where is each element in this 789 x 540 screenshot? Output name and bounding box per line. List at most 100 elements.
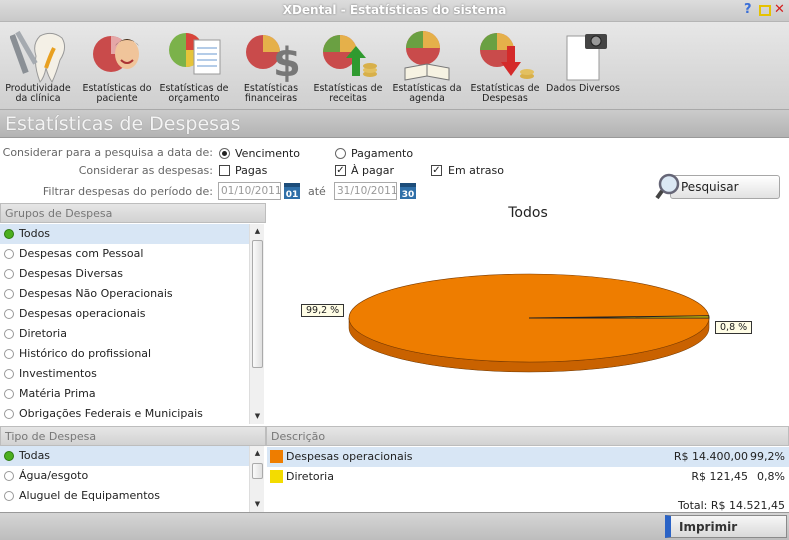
vencimento-label: Vencimento: [235, 147, 301, 160]
scroll-up-icon[interactable]: ▲: [250, 224, 265, 239]
a-pagar-checkbox[interactable]: ✓: [335, 165, 346, 176]
legend-swatch: [270, 450, 283, 463]
radio-on-icon: [4, 451, 14, 461]
dados-diversos-button[interactable]: Dados Diversos: [545, 22, 621, 110]
pie-label-small: 0,8 %: [715, 321, 753, 334]
list-item[interactable]: Obrigações Federais e Municipais: [0, 404, 249, 424]
vencimento-radio[interactable]: [219, 148, 230, 159]
imprimir-button[interactable]: Imprimir: [665, 515, 787, 538]
pesquisar-label: Pesquisar: [681, 180, 739, 194]
date-to-input[interactable]: 31/10/2011: [334, 182, 398, 200]
list-item[interactable]: Despesas com Pessoal: [0, 244, 249, 264]
pie-label-big: 99,2 %: [301, 304, 345, 317]
legend-swatch: [270, 470, 283, 483]
list-item[interactable]: Despesas Diversas: [0, 264, 249, 284]
data-filter-label: Considerar para a pesquisa a data de:: [2, 146, 213, 159]
radio-off-icon: [4, 369, 14, 379]
scroll-thumb[interactable]: [252, 240, 263, 368]
pie-chart-document-icon: [169, 33, 221, 75]
maximize-button[interactable]: [759, 5, 771, 16]
list-item[interactable]: Todos: [0, 224, 249, 244]
imprimir-label: Imprimir: [679, 520, 738, 534]
pie-chart-dollar-icon: $: [246, 35, 301, 84]
estatisticas-receitas-button[interactable]: Estatísticas de receitas: [310, 22, 386, 110]
pesquisar-button[interactable]: Pesquisar: [655, 173, 780, 200]
pagas-checkbox[interactable]: [219, 165, 230, 176]
help-button[interactable]: ?: [744, 3, 756, 16]
list-item[interactable]: Água/esgoto: [0, 466, 249, 486]
pagamento-label: Pagamento: [351, 147, 414, 160]
descricao-header: Descrição: [266, 426, 789, 446]
list-item[interactable]: Investimentos: [0, 364, 249, 384]
list-item[interactable]: Histórico do profissional: [0, 344, 249, 364]
a-pagar-label: À pagar: [351, 164, 394, 177]
radio-off-icon: [4, 491, 14, 501]
radio-off-icon: [4, 249, 14, 259]
radio-off-icon: [4, 269, 14, 279]
toolbar-label: Estatísticas da agenda: [392, 83, 462, 104]
total-label: Total: R$ 14.521,45: [677, 499, 785, 512]
radio-off-icon: [4, 409, 14, 419]
legend-name: Despesas operacionais: [286, 450, 413, 463]
svg-text:$: $: [273, 40, 301, 84]
scroll-thumb[interactable]: [252, 463, 263, 479]
pie-chart-arrow-up-icon: [323, 35, 377, 77]
despesas-filter-label: Considerar as despesas:: [78, 164, 213, 177]
toolbar-label: Estatísticas financeiras: [243, 83, 299, 104]
section-header: Estatísticas de Despesas: [0, 110, 789, 138]
title-bar: XDental - Estatísticas do sistema ? ✕: [0, 0, 789, 22]
em-atraso-checkbox[interactable]: ✓: [431, 165, 442, 176]
radio-off-icon: [4, 349, 14, 359]
list-item[interactable]: Despesas operacionais: [0, 304, 249, 324]
date-from-input[interactable]: 01/10/2011: [218, 182, 282, 200]
periodo-filter-label: Filtrar despesas do período de:: [42, 185, 213, 198]
tipos-header: Tipo de Despesa: [0, 426, 266, 446]
list-item[interactable]: Despesas Não Operacionais: [0, 284, 249, 304]
document-camera-icon: [566, 34, 607, 81]
scroll-up-icon[interactable]: ▲: [250, 446, 265, 461]
ate-label: até: [308, 185, 326, 198]
toolbar-label: Produtividade da clínica: [5, 83, 71, 104]
estatisticas-agenda-button[interactable]: Estatísticas da agenda: [389, 22, 465, 110]
legend-name: Diretoria: [286, 470, 334, 483]
tipos-list: Todas Água/esgoto Aluguel de Equipamento…: [0, 446, 249, 512]
tooth-dental-tools-icon: [10, 30, 66, 83]
em-atraso-label: Em atraso: [448, 164, 504, 177]
toolbar-label: Estatísticas de receitas: [313, 83, 383, 104]
toolbar-label: Estatísticas de orçamento: [159, 83, 229, 104]
grupos-scrollbar[interactable]: ▲ ▼: [249, 224, 264, 424]
tipos-scrollbar[interactable]: ▲ ▼: [249, 446, 264, 512]
estatisticas-despesas-button[interactable]: Estatísticas de Despesas: [467, 22, 543, 110]
pagas-label: Pagas: [235, 164, 268, 177]
estatisticas-paciente-button[interactable]: Estatísticas do paciente: [79, 22, 155, 110]
legend-pct: 0,8%: [757, 470, 785, 483]
pagamento-radio[interactable]: [335, 148, 346, 159]
radio-off-icon: [4, 289, 14, 299]
list-item[interactable]: Matéria Prima: [0, 384, 249, 404]
close-button[interactable]: ✕: [774, 3, 786, 16]
pie-chart-book-icon: [404, 31, 450, 81]
estatisticas-financeiras-button[interactable]: $ Estatísticas financeiras: [233, 22, 309, 110]
calendar-from-icon[interactable]: 01: [284, 183, 300, 200]
radio-on-icon: [4, 229, 14, 239]
window-title: XDental - Estatísticas do sistema: [282, 3, 507, 17]
table-row: Despesas operacionais R$ 14.400,00 99,2%: [267, 447, 789, 467]
toolbar-label: Estatísticas de Despesas: [470, 83, 540, 104]
grupos-header: Grupos de Despesa: [0, 203, 266, 223]
scroll-down-icon[interactable]: ▼: [250, 409, 265, 424]
page-title: Estatísticas de Despesas: [5, 113, 241, 135]
list-item[interactable]: Aluguel de Equipamentos: [0, 486, 249, 506]
pie-chart-arrow-down-icon: [480, 33, 534, 79]
toolbar: Produtividade da clínica Estatísticas do…: [0, 22, 789, 110]
scroll-down-icon[interactable]: ▼: [250, 497, 265, 512]
radio-off-icon: [4, 309, 14, 319]
list-item[interactable]: Diretoria: [0, 324, 249, 344]
produtividade-button[interactable]: Produtividade da clínica: [0, 22, 76, 110]
toolbar-label: Estatísticas do paciente: [82, 83, 152, 104]
list-item[interactable]: Todas: [0, 446, 249, 466]
estatisticas-orcamento-button[interactable]: Estatísticas de orçamento: [156, 22, 232, 110]
calendar-to-icon[interactable]: 30: [400, 183, 416, 200]
radio-off-icon: [4, 471, 14, 481]
toolbar-label: Dados Diversos: [546, 83, 620, 94]
pie-chart-person-icon: [93, 36, 139, 72]
